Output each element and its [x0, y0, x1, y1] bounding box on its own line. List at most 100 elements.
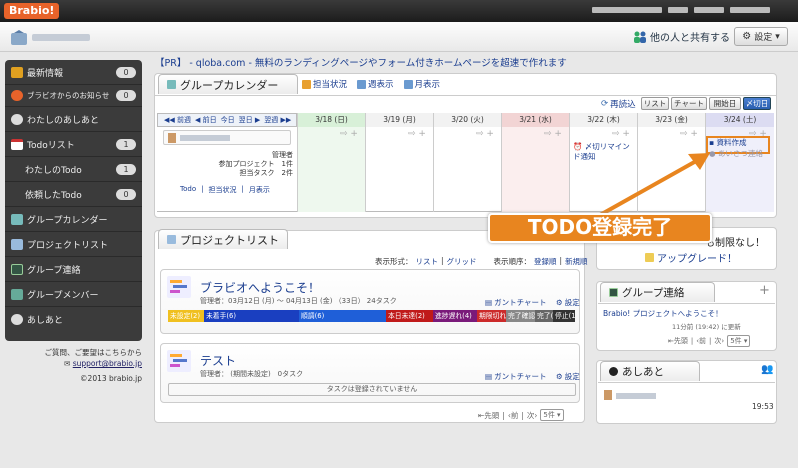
status-segment[interactable]: 本日未達(2) — [386, 310, 433, 322]
project-title[interactable]: ブラビオへようこそ！ — [200, 279, 320, 296]
status-segment[interactable]: 進捗遅れ(4) — [433, 310, 477, 322]
pr-banner[interactable]: 【PR】 - qloba.com - 無料のランディングページやフォーム付きホー… — [155, 55, 567, 69]
day-cell-sun[interactable] — [297, 127, 365, 212]
members-icon[interactable]: 👥 — [761, 364, 773, 375]
count-badge: 0 — [116, 90, 136, 101]
settings-button[interactable]: ⚙ 設定 ▾ — [734, 27, 788, 46]
project-title[interactable]: テスト — [200, 352, 236, 369]
gantt-link[interactable]: ▤ ガントチャート — [485, 297, 547, 308]
share-link[interactable]: 他の人と共有する — [633, 29, 730, 44]
prev-page-link[interactable]: ‹前 — [696, 336, 706, 346]
next-page-link[interactable]: 次› — [714, 336, 724, 346]
today-button[interactable]: 今日 — [221, 115, 235, 125]
month-icon — [403, 79, 413, 89]
todo-link[interactable]: Todo — [180, 185, 196, 195]
brabio-logo[interactable]: Brabio! — [4, 3, 60, 19]
next-week-button[interactable]: 翌週 ▶▶ — [264, 115, 291, 125]
project-tab-label: プロジェクトリスト — [180, 233, 279, 247]
week-label: 週表示 — [368, 80, 394, 90]
sidebar-item-label: わたしのあしあと — [27, 115, 100, 126]
status-segment[interactable]: 期限切れ(1) — [477, 310, 506, 322]
reload-link[interactable]: ⟳ 再読込 — [601, 98, 636, 110]
contact-message[interactable]: Brabio! プロジェクトへようこそ！ — [603, 308, 723, 319]
top-user-info[interactable] — [592, 7, 782, 15]
footprint-user-name[interactable] — [616, 393, 656, 399]
start-date-button[interactable]: 開始日 — [709, 97, 741, 110]
per-page-select[interactable]: 5件 ▾ — [727, 335, 751, 347]
workspace-icon — [11, 30, 27, 45]
settings-label: 設定 — [564, 298, 580, 307]
share-label: 他の人と共有する — [650, 33, 730, 44]
todo-icon — [11, 138, 23, 150]
week-view-link[interactable]: 週表示 — [357, 78, 394, 90]
status-segment[interactable]: 未着手(6) — [204, 310, 299, 322]
chart-icon — [302, 79, 311, 89]
sidebar: 最新情報 0 ブラビオからのお知らせ 0 わたしのあしあと Todoリスト 1 わたし… — [5, 60, 142, 341]
count-badge: 0 — [116, 188, 136, 200]
list-view-button[interactable]: リスト — [641, 97, 669, 110]
status-segment[interactable]: 完了確認(1) — [506, 310, 535, 322]
sidebar-item-footprints[interactable]: あしあと — [5, 307, 142, 332]
per-page-select[interactable]: 5件 ▾ — [540, 409, 564, 421]
settings-label: 設定 — [754, 33, 773, 43]
add-icon[interactable]: ⇨ + — [408, 129, 426, 139]
display-grid-link[interactable]: グリッド — [447, 256, 477, 267]
board-icon — [609, 288, 618, 297]
user-name — [180, 135, 230, 141]
workspace-name[interactable] — [32, 34, 90, 41]
project-icon — [167, 350, 191, 372]
upgrade-link[interactable]: アップグレード！ — [645, 250, 737, 265]
todo-complete-callout: TODO登録完了 — [488, 213, 712, 243]
next-page-link[interactable]: 次› — [527, 410, 538, 421]
add-contact-button[interactable]: + — [759, 283, 770, 298]
prev-day-button[interactable]: ◀ 前日 — [195, 115, 217, 125]
mail-icon: ✉ — [64, 359, 71, 368]
month-view-link[interactable]: 月表示 — [403, 78, 440, 90]
sidebar-item-notices[interactable]: ブラビオからのお知らせ 0 — [5, 85, 142, 107]
user-name-box[interactable] — [163, 130, 291, 145]
sidebar-item-my-footprints[interactable]: わたしのあしあと — [5, 107, 142, 132]
gantt-icon: ▤ — [485, 298, 493, 307]
day-cell-wed[interactable] — [501, 127, 569, 212]
sidebar-item-project-list[interactable]: プロジェクトリスト — [5, 232, 142, 257]
order-newest-link[interactable]: 新規順 — [565, 256, 588, 267]
order-registered-link[interactable]: 登録順 — [534, 256, 557, 267]
status-segment[interactable]: 完了(1) — [535, 310, 553, 322]
sidebar-item-group-contact[interactable]: グループ連絡 — [5, 257, 142, 282]
add-icon[interactable]: ⇨ + — [612, 129, 630, 139]
status-segment[interactable]: 未設定(2) — [168, 310, 204, 322]
sidebar-item-group-members[interactable]: グループメンバー — [5, 282, 142, 307]
prev-page-link[interactable]: ‹前 — [508, 410, 519, 421]
first-page-link[interactable]: ⇤先頭 — [478, 410, 499, 421]
support-email-link[interactable]: support@brabio.jp — [73, 359, 142, 368]
deadline-button[interactable]: 〆切日 — [743, 97, 771, 110]
chart-view-button[interactable]: チャート — [671, 97, 707, 110]
sidebar-item-my-todo[interactable]: わたしのTodo 1 — [5, 157, 142, 182]
add-icon[interactable]: ⇨ + — [476, 129, 494, 139]
day-cell-tue[interactable] — [433, 127, 501, 212]
next-day-button[interactable]: 翌日 ▶ — [239, 115, 261, 125]
sidebar-item-news[interactable]: 最新情報 0 — [5, 60, 142, 85]
people-icon — [634, 31, 646, 43]
sidebar-item-todo[interactable]: Todoリスト 1 — [5, 132, 142, 157]
project-settings-link[interactable]: ⚙ 設定 — [556, 371, 580, 382]
status-segment[interactable]: 順調(6) — [299, 310, 386, 322]
project-settings-link[interactable]: ⚙ 設定 — [556, 297, 580, 308]
add-icon[interactable]: ⇨ + — [340, 129, 358, 139]
add-icon[interactable]: ⇨ + — [680, 129, 698, 139]
sidebar-item-group-calendar[interactable]: グループカレンダー — [5, 207, 142, 232]
gantt-link[interactable]: ▤ ガントチャート — [485, 371, 547, 382]
sidebar-item-requested-todo[interactable]: 依頼したTodo 0 — [5, 182, 142, 207]
settings-label: 設定 — [564, 372, 580, 381]
date-header-mon: 3/19 (月) — [365, 113, 433, 127]
workload-link-small[interactable]: 担当状況 — [208, 185, 236, 195]
add-icon[interactable]: ⇨ + — [544, 129, 562, 139]
day-cell-mon[interactable] — [365, 127, 433, 212]
prev-week-button[interactable]: ◀◀ 前週 — [164, 115, 191, 125]
workload-link[interactable]: 担当状況 — [302, 78, 347, 90]
display-list-link[interactable]: リスト — [416, 256, 439, 267]
month-link-small[interactable]: 月表示 — [249, 185, 270, 195]
status-segment[interactable]: 停止(1) — [553, 310, 575, 322]
sidebar-item-label: Todoリスト — [27, 140, 75, 151]
first-page-link[interactable]: ⇤先頭 — [668, 336, 688, 346]
